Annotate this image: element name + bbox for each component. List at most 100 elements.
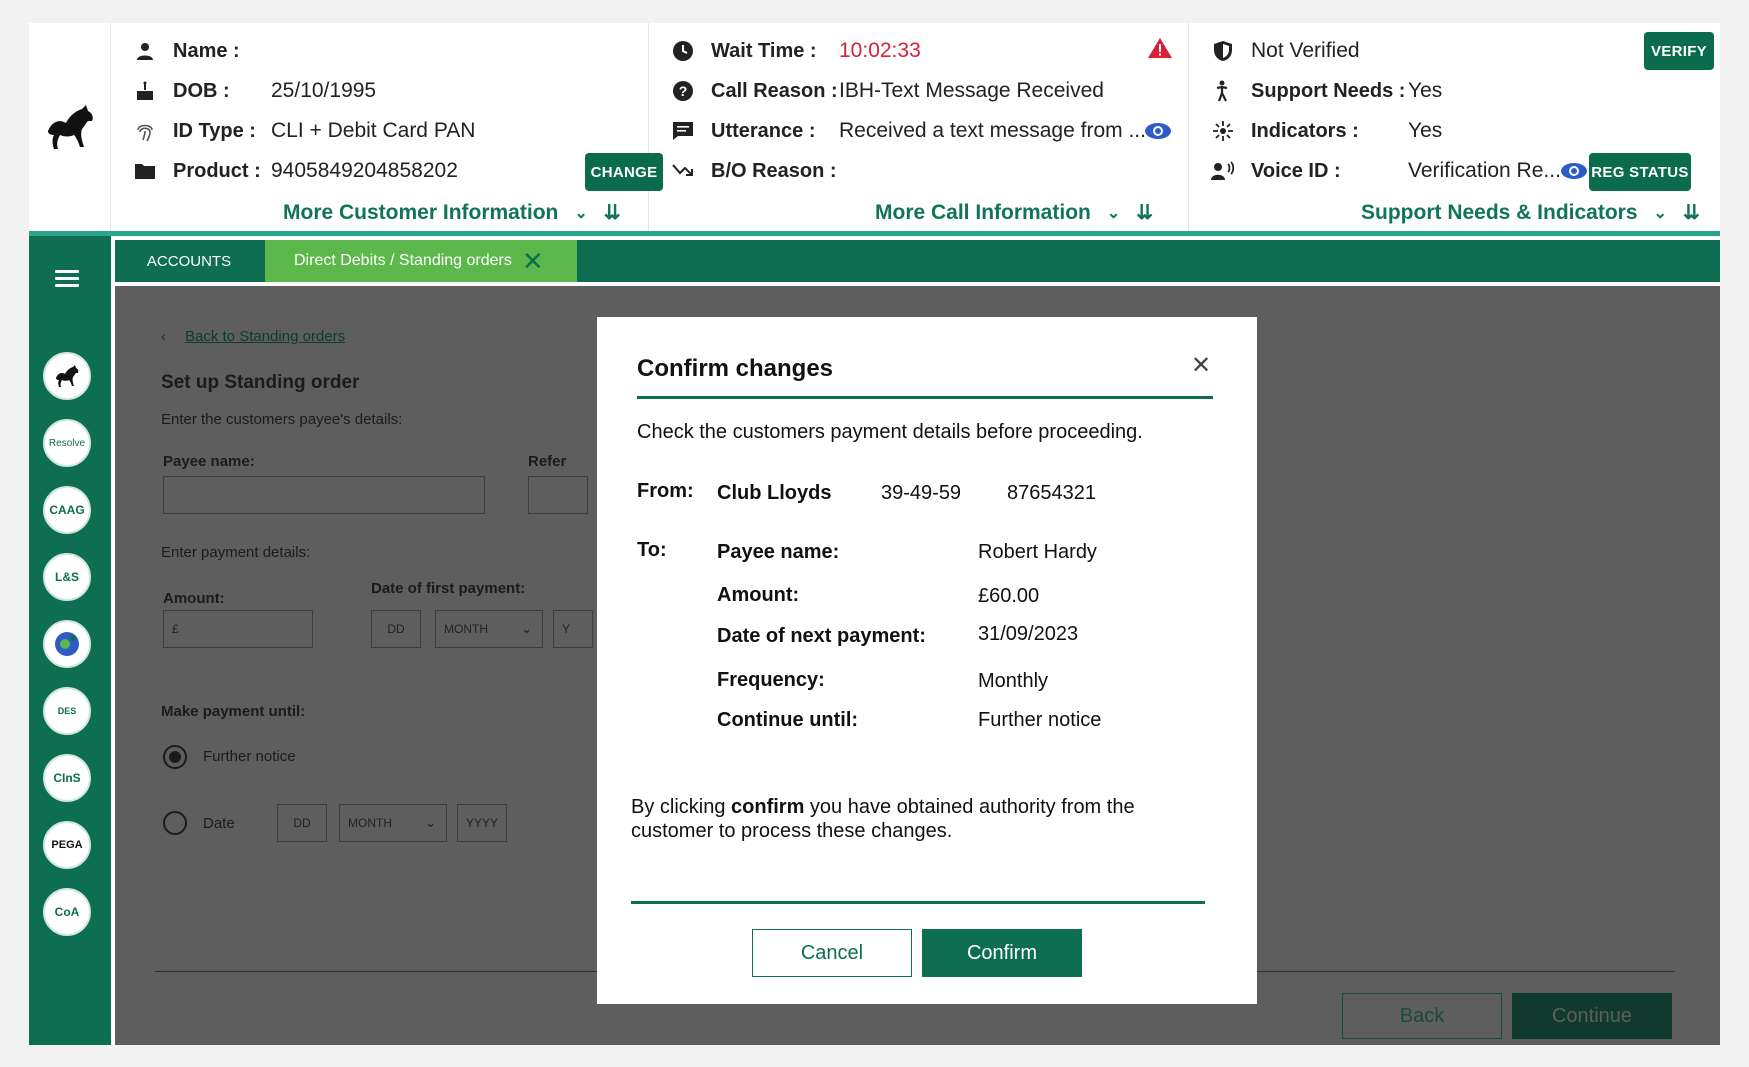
rail-ls-icon[interactable]: L&S [43,553,91,601]
continue-until-value: Further notice [978,709,1102,731]
indicators-row: Indicators : Yes [1189,116,1442,146]
continue-button[interactable]: Continue [1512,993,1672,1039]
modal-title: Confirm changes [637,355,834,382]
further-notice-radio[interactable] [163,745,187,769]
warning-icon [1147,37,1173,65]
rail-coa-icon[interactable]: CoA [43,888,91,936]
call-info-panel: Wait Time : 10:02:33 ? Call Reason : IBH… [649,23,1189,231]
back-to-standing-orders-link[interactable]: Back to Standing orders [185,328,345,345]
disclaimer-bold: confirm [731,796,805,818]
rail-resolve-icon[interactable]: Resolve [43,419,91,467]
date-option-label: Date [203,815,235,832]
arrow-trend-icon [669,163,697,179]
cancel-button[interactable]: Cancel [752,929,912,977]
bo-reason-row: B/O Reason : [649,156,837,186]
voice-icon [1209,161,1237,181]
rail-cins-icon[interactable]: CInS [43,754,91,802]
call-reason-row: ? Call Reason : IBH-Text Message Receive… [649,76,1104,106]
double-chevron-down-icon[interactable]: ⇊ [604,200,621,225]
first-payment-day-input[interactable]: DD [371,610,421,648]
call-reason-value: IBH-Text Message Received [839,79,1104,102]
call-reason-label: Call Reason : [711,79,838,102]
indicators-value: Yes [1408,119,1443,142]
payee-intro-text: Enter the customers payee's details: [161,411,403,428]
view-voice-id-eye-icon[interactable] [1561,163,1587,179]
from-sort-code: 39-49-59 [881,482,962,504]
question-icon: ? [669,80,697,102]
rail-pega-icon[interactable]: PEGA [43,821,91,869]
amount-input[interactable]: £ [163,610,313,648]
more-customer-info-link[interactable]: More Customer Information ⌄ ⇊ [283,200,621,225]
idtype-value: CLI + Debit Card PAN [271,119,476,142]
rail-des-icon[interactable]: DES [43,687,91,735]
folder-icon [131,162,159,180]
from-label: From: [637,480,694,502]
from-account-number: 87654321 [1007,482,1096,504]
verification-panel: Not Verified VERIFY Support Needs : Yes … [1189,23,1720,231]
reference-label: Refer [528,453,567,470]
first-payment-month-value: MONTH [444,622,488,636]
form-heading: Set up Standing order [161,372,360,393]
utterance-row: Utterance : Received a text message from… [649,116,1171,146]
more-call-info-label: More Call Information [875,200,1091,224]
idtype-row: ID Type : CLI + Debit Card PAN [111,116,475,146]
voice-id-label: Voice ID : [1251,159,1341,182]
support-needs-row: Support Needs : Yes [1189,76,1442,106]
until-day-input[interactable]: DD [277,804,327,842]
wait-time-value: 10:02:33 [839,39,921,62]
verification-status: Not Verified [1251,39,1360,62]
payee-name-label: Payee name: [163,453,255,470]
name-label: Name : [173,39,240,62]
rail-caag-icon[interactable]: CAAG [43,486,91,534]
rail-home-horse-icon[interactable] [43,352,91,400]
double-chevron-down-icon[interactable]: ⇊ [1136,200,1153,225]
next-payment-label: Date of next payment: [717,625,926,647]
svg-text:?: ? [679,83,688,99]
close-icon[interactable]: ✕ [1191,351,1211,380]
reference-input[interactable] [528,476,588,514]
chevron-down-icon: ⌄ [574,204,588,222]
support-needs-label: Support Needs : [1251,79,1406,102]
close-tab-icon[interactable]: ✕ [522,248,544,274]
hamburger-menu-icon[interactable] [55,270,79,291]
verify-button[interactable]: VERIFY [1644,32,1714,70]
product-label: Product : [173,159,261,182]
first-payment-month-select[interactable]: MONTH ⌄ [435,610,543,648]
confirm-button[interactable]: Confirm [922,929,1082,977]
modal-footer-divider [631,901,1205,904]
verification-row: Not Verified [1189,36,1360,66]
chevron-down-icon: ⌄ [425,815,436,830]
more-call-info-link[interactable]: More Call Information ⌄ ⇊ [875,200,1153,225]
back-button[interactable]: Back [1342,993,1502,1039]
date-radio[interactable] [163,811,187,835]
reg-status-button[interactable]: REG STATUS [1589,153,1691,191]
support-needs-indicators-link[interactable]: Support Needs & Indicators ⌄ ⇊ [1361,200,1700,225]
amount-value: £60.00 [978,585,1040,607]
modal-subtitle: Check the customers payment details befo… [637,421,1143,443]
tab-accounts[interactable]: ACCOUNTS [115,240,263,282]
first-payment-label: Date of first payment: [371,580,526,597]
bo-reason-label: B/O Reason : [711,159,837,182]
product-row: Product : 9405849204858202 [111,156,458,186]
rail-globe-icon[interactable] [43,620,91,668]
tab-direct-debits[interactable]: Direct Debits / Standing orders ✕ [265,240,577,282]
from-account-name: Club Lloyds [717,482,832,504]
make-payment-until-label: Make payment until: [161,703,306,720]
to-label: To: [637,539,667,561]
indicators-icon [1209,120,1237,142]
payee-name-input[interactable] [163,476,485,514]
payment-intro-text: Enter payment details: [161,544,311,561]
disclaimer-pre: By clicking [631,796,732,818]
until-month-select[interactable]: MONTH ⌄ [339,804,447,842]
double-chevron-down-icon[interactable]: ⇊ [1683,200,1700,225]
voice-id-row: Voice ID : Verification Re... [1189,156,1587,186]
tab-bar: ACCOUNTS Direct Debits / Standing orders… [115,240,1720,282]
chevron-down-icon: ⌄ [521,621,532,636]
continue-until-label: Continue until: [717,709,859,731]
utterance-label: Utterance : [711,119,816,142]
more-customer-info-label: More Customer Information [283,200,559,224]
until-year-input[interactable]: YYYY [457,804,507,842]
view-utterance-eye-icon[interactable] [1145,123,1171,139]
fingerprint-icon [131,120,159,142]
first-payment-year-input[interactable]: Y [553,610,593,648]
